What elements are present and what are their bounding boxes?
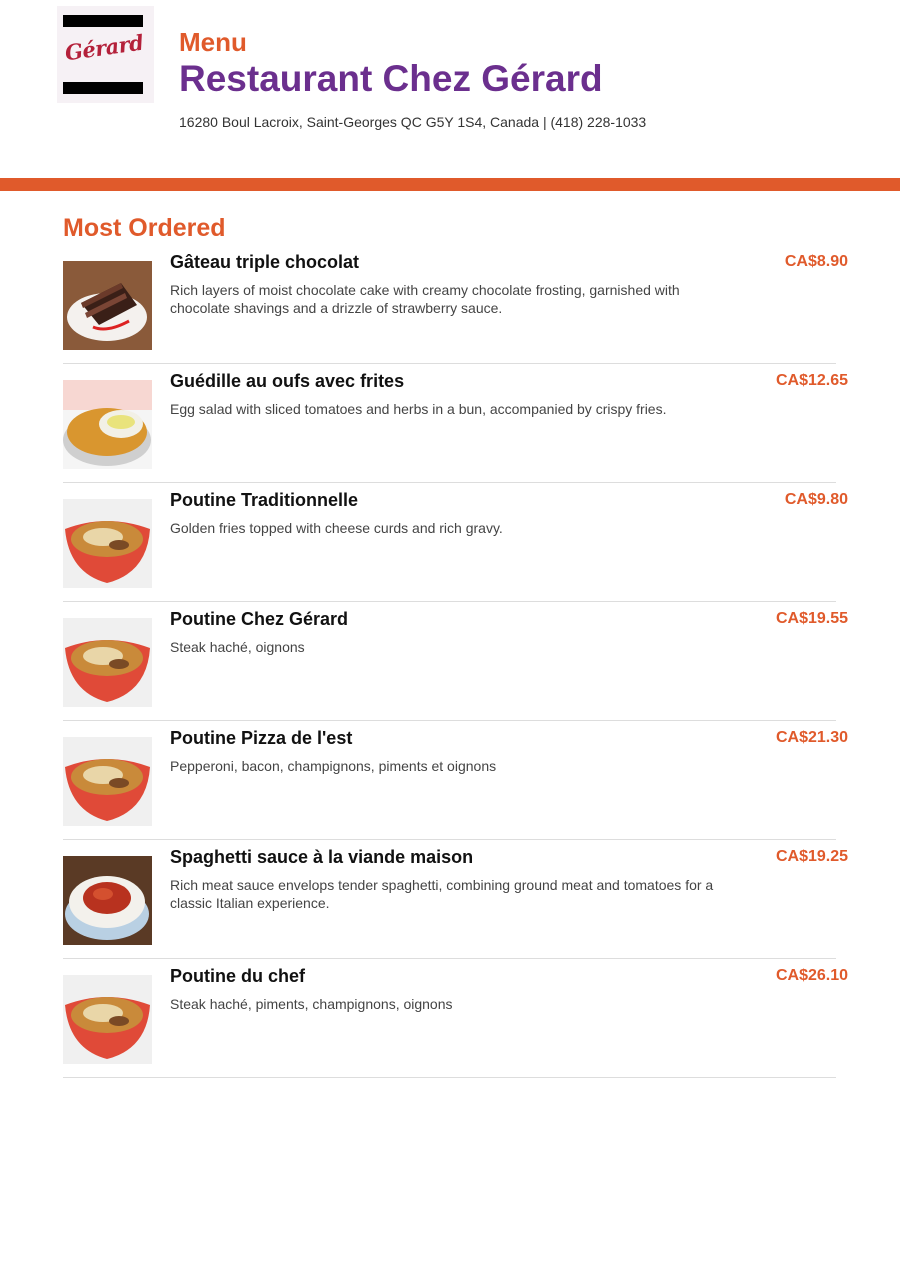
- item-price: CA$8.90: [784, 253, 848, 270]
- item-price: CA$19.25: [775, 848, 848, 865]
- item-photo: [63, 380, 152, 469]
- menu-item[interactable]: Guédille au oufs avec frites Egg salad w…: [63, 364, 848, 483]
- logo-bar-bottom: [63, 82, 143, 94]
- restaurant-address: 16280 Boul Lacroix, Saint-Georges QC G5Y…: [179, 114, 647, 130]
- item-description: Rich meat sauce envelops tender spaghett…: [170, 877, 714, 911]
- menu-item[interactable]: Gâteau triple chocolat Rich layers of mo…: [63, 245, 848, 364]
- menu-item[interactable]: Poutine Pizza de l'est Pepperoni, bacon,…: [63, 721, 848, 840]
- menu-item[interactable]: Spaghetti sauce à la viande maison Rich …: [63, 840, 848, 959]
- restaurant-name: Restaurant Chez Gérard: [179, 58, 603, 99]
- item-photo: [63, 737, 152, 826]
- item-name: Poutine du chef: [170, 966, 305, 986]
- item-description: Rich layers of moist chocolate cake with…: [170, 282, 680, 316]
- item-description: Egg salad with sliced tomatoes and herbs…: [170, 401, 667, 417]
- logo-script-text: Gérard: [63, 29, 145, 66]
- item-photo: [63, 856, 152, 945]
- item-name: Poutine Chez Gérard: [170, 609, 349, 629]
- item-description: Steak haché, oignons: [170, 639, 305, 655]
- item-name: Spaghetti sauce à la viande maison: [170, 847, 474, 867]
- menu-item[interactable]: Poutine du chef Steak haché, piments, ch…: [63, 959, 848, 1078]
- item-name: Poutine Traditionnelle: [170, 490, 359, 510]
- item-description: Steak haché, piments, champignons, oigno…: [170, 996, 453, 1012]
- item-photo: [63, 261, 152, 350]
- item-price: CA$19.55: [775, 610, 848, 627]
- item-name: Poutine Pizza de l'est: [170, 728, 353, 748]
- item-photo: [63, 499, 152, 588]
- item-photo: [63, 618, 152, 707]
- menu-items-list: Gâteau triple chocolat Rich layers of mo…: [63, 245, 848, 1078]
- logo-bar-top: [63, 15, 143, 27]
- menu-item[interactable]: Poutine Traditionnelle Golden fries topp…: [63, 483, 848, 602]
- item-price: CA$26.10: [775, 967, 848, 984]
- item-price: CA$21.30: [775, 729, 848, 746]
- item-price: CA$12.65: [775, 372, 848, 389]
- item-description: Golden fries topped with cheese curds an…: [170, 520, 503, 536]
- item-price: CA$9.80: [784, 491, 848, 508]
- menu-item[interactable]: Poutine Chez Gérard Steak haché, oignons…: [63, 602, 848, 721]
- menu-header: Gérard Menu Restaurant Chez Gérard 16280…: [0, 0, 900, 178]
- restaurant-logo: Gérard: [57, 6, 154, 103]
- header-divider: [0, 178, 900, 191]
- item-photo: [63, 975, 152, 1064]
- item-name: Gâteau triple chocolat: [170, 252, 360, 272]
- menu-label: Menu: [179, 27, 247, 57]
- item-description: Pepperoni, bacon, champignons, piments e…: [170, 758, 497, 774]
- item-name: Guédille au oufs avec frites: [170, 371, 405, 391]
- section-title: Most Ordered: [63, 214, 226, 242]
